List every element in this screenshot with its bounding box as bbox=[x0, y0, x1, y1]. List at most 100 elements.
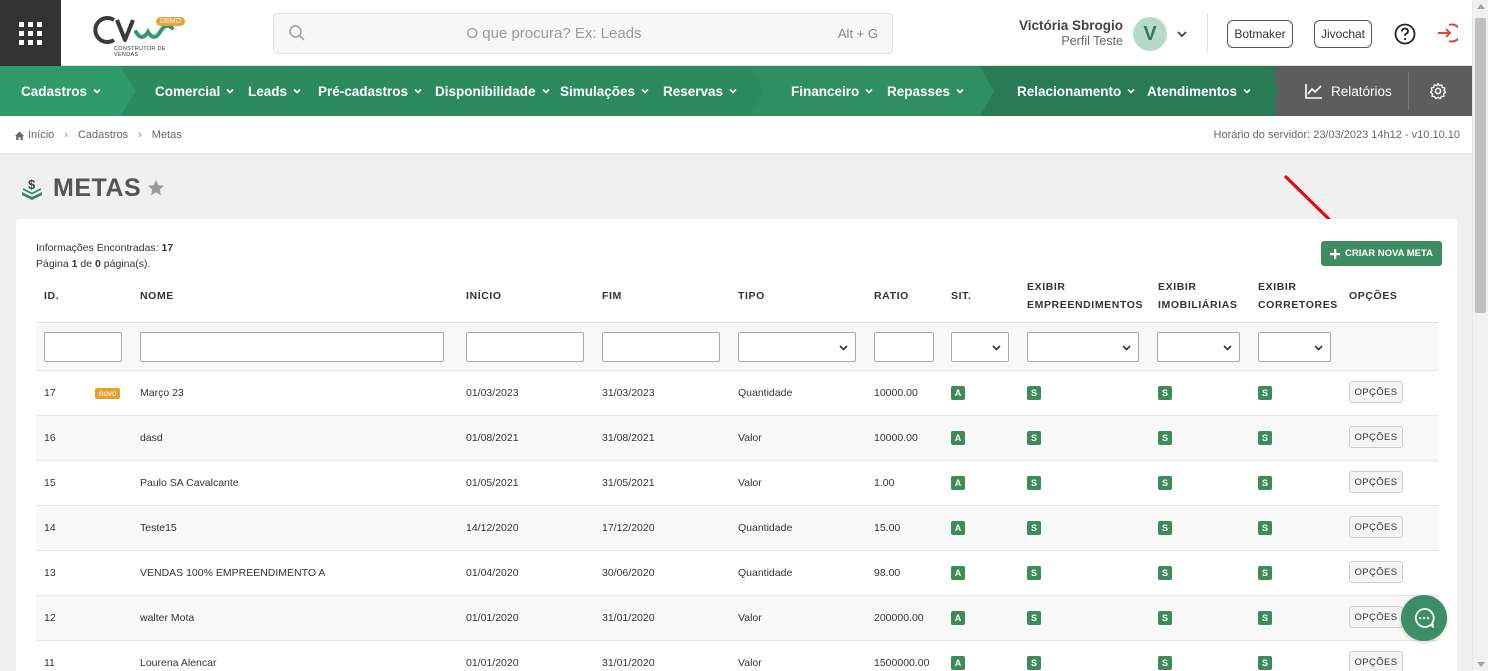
jivochat-button[interactable]: Jivochat bbox=[1314, 20, 1372, 48]
chevron-down-icon bbox=[992, 345, 1001, 351]
col-nome[interactable]: NOME bbox=[140, 287, 174, 305]
options-button[interactable]: OPÇÕES bbox=[1349, 471, 1403, 493]
chevron-down-icon bbox=[293, 88, 301, 94]
col-inicio[interactable]: INÍCIO bbox=[466, 287, 502, 305]
page-scrollbar[interactable] bbox=[1472, 0, 1488, 671]
nav-item-financeiro[interactable]: Financeiro bbox=[791, 66, 874, 116]
user-profile: Perfil Teste bbox=[1061, 34, 1123, 48]
page-title: METAS bbox=[53, 173, 142, 202]
nav-item-cadastros[interactable]: Cadastros bbox=[21, 66, 102, 116]
filter-id-input[interactable] bbox=[44, 332, 122, 362]
cell-fim: 31/05/2021 bbox=[602, 477, 655, 489]
filter-inicio-input[interactable] bbox=[466, 332, 584, 362]
col-id[interactable]: ID. bbox=[44, 287, 59, 305]
cell-nome: Março 23 bbox=[140, 387, 184, 399]
cell-id: 11 bbox=[44, 657, 55, 669]
cv-logo[interactable]: DEMO CONSTRUTOR DE VENDAS bbox=[92, 12, 192, 58]
cell-tipo: Quantidade bbox=[738, 387, 793, 399]
table-row[interactable]: 15 Paulo SA Cavalcante 01/05/2021 31/05/… bbox=[36, 461, 1438, 506]
filter-nome-input[interactable] bbox=[140, 332, 444, 362]
nav-item-pre-cadastros[interactable]: Pré-cadastros bbox=[318, 66, 423, 116]
breadcrumb-metas: Metas bbox=[151, 129, 182, 141]
filter-ratio-input[interactable] bbox=[874, 332, 934, 362]
chat-button[interactable] bbox=[1401, 595, 1447, 641]
col-opcoes: OPÇÕES bbox=[1349, 290, 1398, 302]
col-tipo[interactable]: TIPO bbox=[738, 287, 765, 305]
filter-corretores-select[interactable] bbox=[1258, 332, 1331, 362]
cell-tipo: Valor bbox=[738, 432, 762, 444]
col-exibir-corretores[interactable]: EXIBIR CORRETORES bbox=[1258, 278, 1338, 314]
cell-ratio: 10000.00 bbox=[874, 432, 918, 444]
col-fim[interactable]: FIM bbox=[602, 287, 622, 305]
cell-tipo: Valor bbox=[738, 477, 762, 489]
options-button[interactable]: OPÇÕES bbox=[1349, 606, 1403, 628]
table-row[interactable]: 13 VENDAS 100% EMPREENDIMENTO A 01/04/20… bbox=[36, 551, 1438, 596]
chevron-down-icon bbox=[1314, 345, 1323, 351]
show-empreendimentos-badge: S bbox=[1027, 521, 1041, 535]
scroll-down-arrow-icon[interactable] bbox=[1477, 662, 1485, 667]
nav-item-simulacoes[interactable]: Simulações bbox=[560, 66, 650, 116]
cell-id: 14 bbox=[44, 522, 56, 534]
server-time: Horário do servidor: 23/03/2023 14h12 - … bbox=[1213, 129, 1460, 141]
star-icon[interactable] bbox=[147, 179, 165, 197]
nav-item-atendimentos[interactable]: Atendimentos bbox=[1147, 66, 1252, 116]
cell-tipo: Valor bbox=[738, 657, 762, 669]
nav-item-repasses[interactable]: Repasses bbox=[887, 66, 965, 116]
chevron-down-icon bbox=[641, 88, 649, 94]
global-search[interactable]: Alt + G bbox=[273, 13, 893, 54]
filter-sit-select[interactable] bbox=[951, 332, 1009, 362]
create-goal-button[interactable]: CRIAR NOVA META bbox=[1321, 241, 1442, 266]
col-exibir-empreendimentos[interactable]: EXIBIR EMPREENDIMENTOS bbox=[1027, 278, 1143, 314]
plus-icon bbox=[1330, 248, 1341, 259]
cell-ratio: 10000.00 bbox=[874, 387, 918, 399]
apps-menu-button[interactable] bbox=[0, 0, 61, 66]
table-row[interactable]: 11 Lourena Alencar 01/01/2020 31/01/2020… bbox=[36, 641, 1438, 671]
table-row[interactable]: 17 novo Março 23 01/03/2023 31/03/2023 Q… bbox=[36, 371, 1438, 416]
gear-icon[interactable] bbox=[1429, 82, 1447, 100]
table-row[interactable]: 12 walter Mota 01/01/2020 31/01/2020 Val… bbox=[36, 596, 1438, 641]
nav-item-leads[interactable]: Leads bbox=[248, 66, 302, 116]
options-button[interactable]: OPÇÕES bbox=[1349, 516, 1403, 538]
chevron-down-icon bbox=[1122, 345, 1131, 351]
nav-item-relatorios[interactable]: Relatórios bbox=[1305, 66, 1392, 116]
breadcrumb-inicio[interactable]: Início bbox=[28, 129, 54, 141]
breadcrumb-cadastros[interactable]: Cadastros bbox=[78, 129, 128, 141]
col-ratio[interactable]: RATIO bbox=[874, 287, 909, 305]
botmaker-button[interactable]: Botmaker bbox=[1227, 20, 1293, 48]
user-name[interactable]: Victória Sbrogio bbox=[1019, 18, 1123, 33]
show-imobiliarias-badge: S bbox=[1158, 521, 1172, 535]
filter-tipo-select[interactable] bbox=[738, 332, 856, 362]
options-button[interactable]: OPÇÕES bbox=[1349, 561, 1403, 583]
nav-item-relacionamento[interactable]: Relacionamento bbox=[1017, 66, 1136, 116]
results-count: 17 bbox=[161, 242, 174, 254]
metas-card: Informações Encontradas: 17 Página 1 de … bbox=[16, 219, 1457, 671]
nav-item-reservas[interactable]: Reservas bbox=[663, 66, 738, 116]
logout-icon[interactable] bbox=[1436, 22, 1458, 44]
status-badge: A bbox=[951, 656, 965, 670]
help-icon[interactable] bbox=[1394, 23, 1416, 45]
show-imobiliarias-badge: S bbox=[1158, 566, 1172, 580]
avatar[interactable]: V bbox=[1133, 17, 1167, 51]
scroll-thumb[interactable] bbox=[1475, 18, 1486, 313]
filter-empreendimentos-select[interactable] bbox=[1027, 332, 1139, 362]
filter-imobiliarias-select[interactable] bbox=[1157, 332, 1240, 362]
table-row[interactable]: 14 Teste15 14/12/2020 17/12/2020 Quantid… bbox=[36, 506, 1438, 551]
scroll-up-arrow-icon[interactable] bbox=[1477, 4, 1485, 9]
nav-item-disponibilidade[interactable]: Disponibilidade bbox=[435, 66, 551, 116]
table-row[interactable]: 16 dasd 01/08/2021 31/08/2021 Valor 1000… bbox=[36, 416, 1438, 461]
options-button[interactable]: OPÇÕES bbox=[1349, 651, 1403, 671]
chevron-down-icon bbox=[839, 345, 848, 351]
cell-fim: 31/08/2021 bbox=[602, 432, 655, 444]
options-button[interactable]: OPÇÕES bbox=[1349, 381, 1403, 403]
cell-ratio: 200000.00 bbox=[874, 612, 924, 624]
cell-nome: Paulo SA Cavalcante bbox=[140, 477, 239, 489]
filter-fim-input[interactable] bbox=[602, 332, 720, 362]
show-corretores-badge: S bbox=[1258, 611, 1272, 625]
options-button[interactable]: OPÇÕES bbox=[1349, 426, 1403, 448]
nav-item-comercial[interactable]: Comercial bbox=[155, 66, 235, 116]
col-sit[interactable]: SIT. bbox=[951, 287, 972, 305]
chevron-down-icon[interactable] bbox=[1175, 27, 1189, 41]
cell-inicio: 01/08/2021 bbox=[466, 432, 519, 444]
col-exibir-imobiliarias[interactable]: EXIBIR IMOBILIÁRIAS bbox=[1158, 278, 1238, 314]
search-input[interactable] bbox=[324, 14, 784, 53]
